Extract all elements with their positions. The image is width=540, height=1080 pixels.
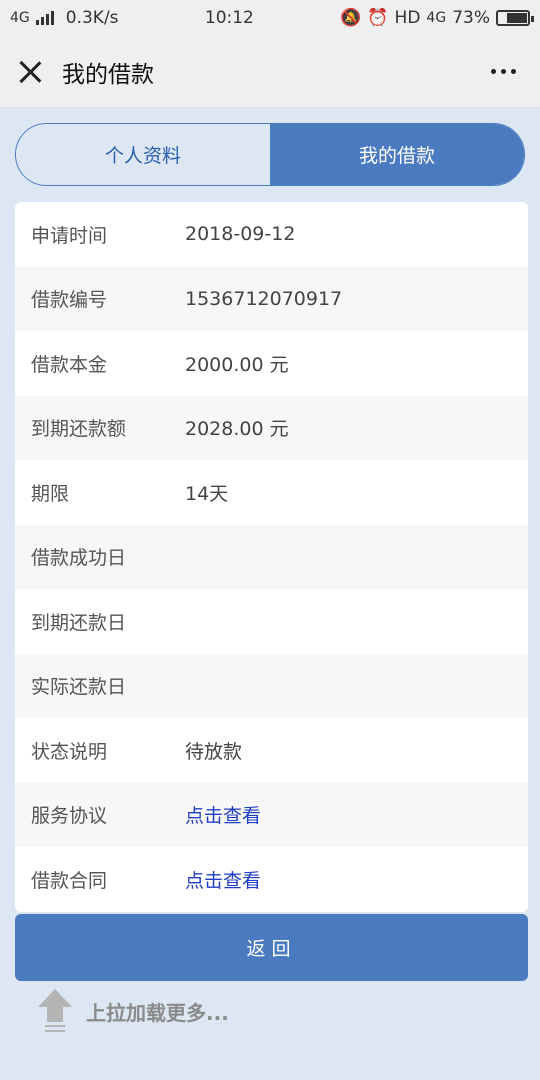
pull-up-text: 上拉加载更多... (86, 1001, 229, 1025)
network-speed: 0.3K/s (65, 8, 119, 28)
network-type: 4G (10, 10, 30, 26)
tab-my-loans[interactable]: 我的借款 (270, 124, 524, 185)
detail-row-principal: 借款本金 2000.00 元 (15, 331, 528, 396)
detail-row-due-date: 到期还款日 (15, 589, 528, 654)
tab-profile[interactable]: 个人资料 (16, 124, 270, 185)
page-title: 我的借款 (62, 61, 154, 88)
pull-up-hint: 上拉加载更多... (38, 988, 540, 1035)
detail-label: 借款合同 (31, 869, 108, 892)
detail-value: 14天 (185, 482, 229, 505)
detail-row-success-date: 借款成功日 (15, 524, 528, 589)
detail-label: 借款成功日 (31, 547, 127, 570)
app-header: 我的借款 (0, 36, 540, 108)
arrow-up-icon (38, 988, 72, 1035)
close-icon[interactable] (18, 60, 42, 84)
detail-value: 2018-09-12 (185, 223, 296, 246)
detail-label: 申请时间 (31, 224, 108, 247)
detail-row-apply-time: 申请时间 2018-09-12 (15, 202, 528, 267)
detail-value: 2028.00 元 (185, 418, 289, 441)
detail-row-service-agreement: 服务协议 点击查看 (15, 782, 528, 847)
detail-row-loan-number: 借款编号 1536712070917 (15, 266, 528, 331)
clock: 10:12 (204, 8, 254, 28)
loan-contract-link[interactable]: 点击查看 (185, 866, 261, 893)
detail-row-actual-repay-date: 实际还款日 (15, 653, 528, 718)
detail-label: 到期还款日 (31, 611, 127, 634)
detail-row-term: 期限 14天 (15, 460, 528, 525)
detail-label: 实际还款日 (31, 676, 127, 699)
battery-icon (495, 10, 534, 26)
hd-indicator: HD (394, 8, 421, 28)
detail-label: 服务协议 (31, 805, 108, 828)
detail-label: 到期还款额 (31, 418, 127, 441)
detail-value: 1536712070917 (185, 287, 343, 310)
status-value: 待放款 (185, 740, 243, 763)
status-bar: 4G 0.3K/s 10:12 🔕 ⏰ HD 4G 73% (0, 0, 540, 36)
detail-row-due-amount: 到期还款额 2028.00 元 (15, 395, 528, 460)
service-agreement-link[interactable]: 点击查看 (185, 801, 261, 828)
alarm-icon: ⏰ (367, 8, 389, 28)
back-button[interactable]: 返回 (15, 913, 528, 981)
more-icon[interactable] (485, 63, 522, 80)
detail-label: 借款编号 (31, 289, 108, 312)
tab-bar: 个人资料 我的借款 (15, 123, 525, 186)
detail-label: 期限 (31, 482, 70, 505)
signal-icon (35, 11, 54, 25)
mute-icon: 🔕 (340, 8, 362, 28)
network-type-2: 4G (426, 10, 447, 26)
detail-row-loan-contract: 借款合同 点击查看 (15, 847, 528, 912)
detail-label: 状态说明 (31, 740, 108, 763)
detail-value: 2000.00 元 (185, 353, 289, 376)
loan-detail-card: 申请时间 2018-09-12 借款编号 1536712070917 借款本金 … (15, 202, 528, 912)
detail-label: 借款本金 (31, 353, 108, 376)
detail-row-status: 状态说明 待放款 (15, 718, 528, 783)
battery-percent: 73% (452, 8, 490, 28)
